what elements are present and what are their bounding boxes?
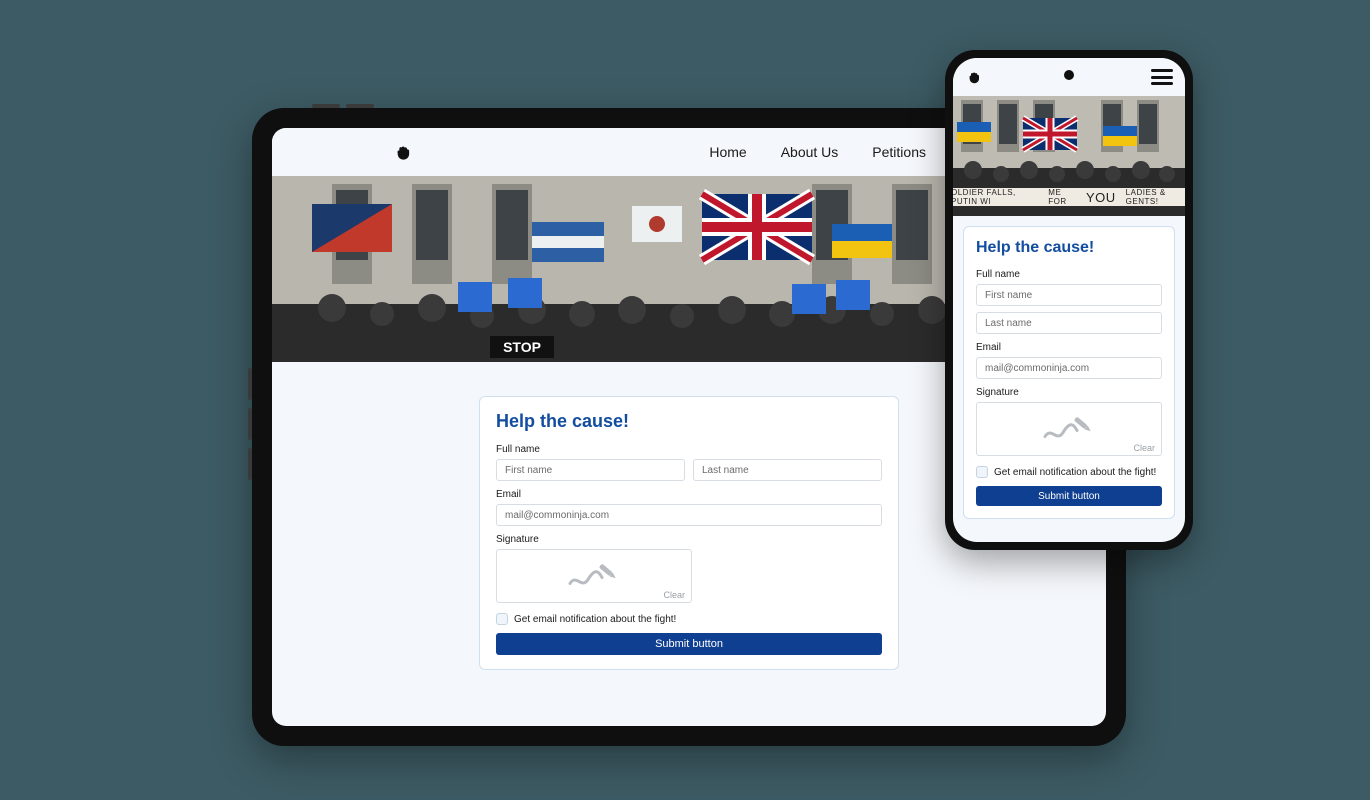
last-name-input[interactable]: Last name: [976, 312, 1162, 334]
notify-checkbox[interactable]: [976, 466, 988, 478]
phone-device-frame: OLDIER FALLS, PUTIN WI ME FOR YOU LADIES…: [945, 50, 1193, 550]
hamburger-menu-icon[interactable]: [1151, 69, 1173, 85]
phone-screen: OLDIER FALLS, PUTIN WI ME FOR YOU LADIES…: [953, 58, 1185, 542]
phone-form-area: Help the cause! Full name First name Las…: [953, 216, 1185, 529]
nav-item-petitions[interactable]: Petitions: [872, 144, 926, 160]
email-input[interactable]: mail@commoninja.com: [496, 504, 882, 526]
phone-camera-icon: [1064, 70, 1074, 80]
form-title: Help the cause!: [976, 239, 1162, 257]
tablet-hw-button: [248, 448, 252, 480]
notify-checkbox[interactable]: [496, 613, 508, 625]
signature-clear-button[interactable]: Clear: [663, 590, 685, 600]
hero-banner-text: OLDIER FALLS, PUTIN WI ME FOR YOU LADIES…: [953, 188, 1185, 206]
notify-checkbox-label: Get email notification about the fight!: [514, 614, 676, 625]
petition-form-card: Help the cause! Full name First name Las…: [479, 396, 899, 670]
signature-pad[interactable]: Clear: [496, 549, 692, 603]
nav-item-about[interactable]: About Us: [781, 144, 839, 160]
notify-checkbox-label: Get email notification about the fight!: [994, 467, 1156, 478]
email-input[interactable]: mail@commoninja.com: [976, 357, 1162, 379]
first-name-input[interactable]: First name: [496, 459, 685, 481]
tablet-hw-button: [248, 368, 252, 400]
submit-button[interactable]: Submit button: [976, 486, 1162, 506]
last-name-input[interactable]: Last name: [693, 459, 882, 481]
fullname-label: Full name: [496, 444, 882, 455]
nav-item-home[interactable]: Home: [709, 144, 746, 160]
fist-logo-icon: [965, 68, 983, 86]
hero-image: OLDIER FALLS, PUTIN WI ME FOR YOU LADIES…: [953, 96, 1185, 216]
petition-form-card: Help the cause! Full name First name Las…: [963, 226, 1175, 519]
email-label: Email: [976, 342, 1162, 353]
tablet-hw-button: [312, 104, 340, 108]
signature-clear-button[interactable]: Clear: [1133, 443, 1155, 453]
email-label: Email: [496, 489, 882, 500]
tablet-hw-button: [346, 104, 374, 108]
submit-button[interactable]: Submit button: [496, 633, 882, 655]
fist-logo-icon: [392, 141, 414, 163]
svg-text:STOP: STOP: [503, 339, 541, 355]
fullname-label: Full name: [976, 269, 1162, 280]
signature-label: Signature: [976, 387, 1162, 398]
signature-pad[interactable]: Clear: [976, 402, 1162, 456]
signature-label: Signature: [496, 534, 882, 545]
first-name-input[interactable]: First name: [976, 284, 1162, 306]
tablet-hw-button: [248, 408, 252, 440]
form-title: Help the cause!: [496, 411, 882, 432]
